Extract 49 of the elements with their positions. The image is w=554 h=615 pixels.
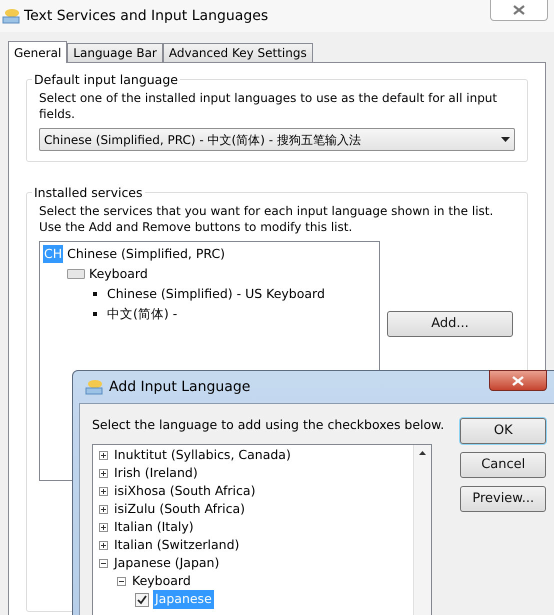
close-icon bbox=[512, 376, 524, 386]
group-description: Select one of the installed input languages to use as the default for all input fields. bbox=[39, 90, 498, 122]
collapse-icon[interactable] bbox=[99, 559, 108, 568]
tab[interactable]: Advanced Key Settings bbox=[162, 43, 313, 62]
language-dropdown[interactable]: Chinese (Simplified, PRC) - 中文(简体) - 搜狗五笔输入法 bbox=[39, 128, 515, 151]
dialog-button[interactable]: OK bbox=[460, 418, 546, 444]
tree-item[interactable]: Italian (Italy) bbox=[112, 518, 196, 538]
expand-icon[interactable] bbox=[99, 469, 108, 478]
bullet-icon bbox=[93, 312, 97, 316]
expand-icon[interactable] bbox=[99, 487, 108, 496]
dropdown-value: Chinese (Simplified, PRC) - 中文(简体) - 搜狗五笔输入法 bbox=[44, 132, 361, 148]
dialog-app-icon bbox=[85, 379, 103, 395]
close-button[interactable] bbox=[489, 370, 547, 391]
tree-item[interactable]: isiXhosa (South Africa) bbox=[112, 482, 258, 502]
window-title: Text Services and Input Languages bbox=[24, 6, 268, 26]
expand-icon[interactable] bbox=[99, 523, 108, 532]
dialog-button[interactable]: Preview... bbox=[460, 486, 546, 512]
dialog-title: Add Input Language bbox=[109, 378, 250, 396]
scrollbar[interactable] bbox=[413, 444, 431, 615]
tree-item[interactable]: Inuktitut (Syllabics, Canada) bbox=[112, 446, 293, 466]
dropdown-arrow-icon bbox=[501, 137, 510, 142]
add-button[interactable]: Add... bbox=[387, 311, 513, 337]
expand-icon[interactable] bbox=[99, 505, 108, 514]
window-app-icon bbox=[2, 8, 20, 24]
tab[interactable]: General bbox=[8, 41, 68, 63]
tab[interactable]: Language Bar bbox=[67, 43, 163, 62]
dialog-button[interactable]: Cancel bbox=[460, 452, 546, 478]
tree-item[interactable]: isiZulu (South Africa) bbox=[112, 500, 248, 520]
check-icon bbox=[137, 594, 147, 605]
tree-item[interactable]: Chinese (Simplified, PRC) bbox=[67, 244, 226, 264]
tree-item[interactable]: Keyboard bbox=[89, 264, 148, 284]
close-button[interactable] bbox=[490, 0, 548, 21]
checkbox[interactable] bbox=[135, 592, 149, 607]
tree-item[interactable]: Irish (Ireland) bbox=[112, 464, 200, 484]
group-description: Select the services that you want for each input language shown in the list. Use the Add and Remove buttons to modify this list. bbox=[39, 203, 494, 235]
language-badge: CH bbox=[43, 244, 64, 264]
tree-item[interactable]: Italian (Switzerland) bbox=[112, 536, 242, 556]
scroll-up-icon[interactable] bbox=[419, 450, 426, 455]
dialog-instruction: Select the language to add using the checkboxes below. bbox=[92, 416, 444, 434]
collapse-icon[interactable] bbox=[117, 577, 126, 586]
close-icon bbox=[513, 5, 525, 15]
bullet-icon bbox=[93, 292, 97, 296]
expand-icon[interactable] bbox=[99, 541, 108, 550]
tree-item[interactable]: Japanese (Japan) bbox=[112, 554, 222, 574]
keyboard-icon bbox=[67, 269, 85, 279]
tree-item[interactable]: Keyboard bbox=[130, 572, 193, 592]
expand-icon[interactable] bbox=[99, 451, 108, 460]
tree-item[interactable]: 中文(简体) - bbox=[107, 304, 178, 324]
tree-item[interactable]: Chinese (Simplified) - US Keyboard bbox=[107, 284, 325, 304]
